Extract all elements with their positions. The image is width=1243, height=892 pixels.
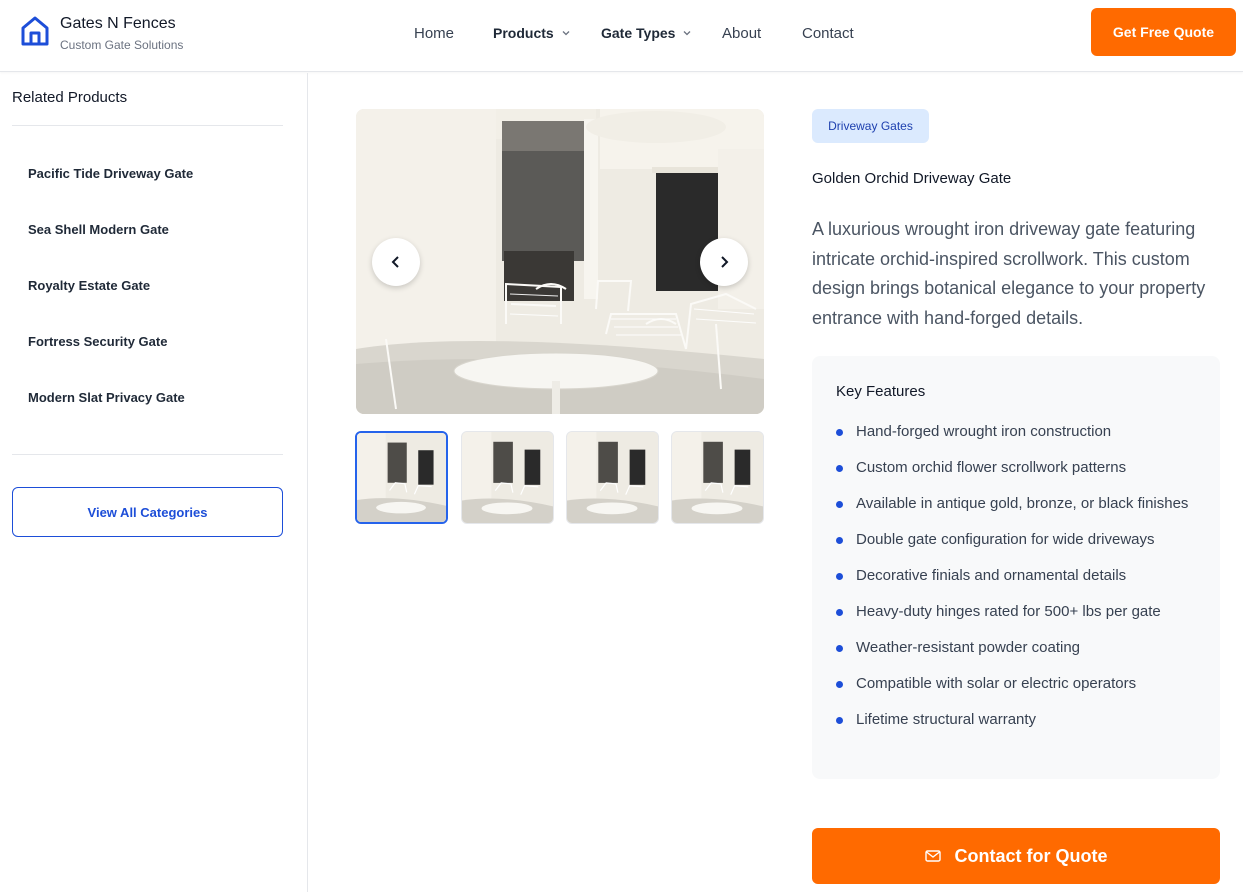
features-title: Key Features [836,383,926,400]
gallery-thumbnail[interactable] [355,431,448,524]
list-item: Weather-resistant powder coating [836,636,1196,660]
chevron-right-icon [721,256,729,268]
nav-products-label: Products [493,25,554,41]
feature-text: Available in antique gold, bronze, or bl… [856,495,1189,512]
nav-home[interactable]: Home [414,22,454,44]
product-description: A luxurious wrought iron driveway gate f… [812,219,1206,328]
nav-products[interactable]: Products [493,22,571,44]
bullet-icon [836,537,843,544]
feature-text: Lifetime structural warranty [856,711,1037,728]
nav-home-label: Home [414,24,455,42]
mail-icon [924,850,941,862]
sidebar-item-modern-slat[interactable]: Modern Slat Privacy Gate [28,390,185,405]
sidebar-item-sea-shell[interactable]: Sea Shell Modern Gate [28,222,169,237]
feature-text: Hand-forged wrought iron construction [856,423,1112,440]
bullet-icon [836,609,843,616]
get-free-quote-button[interactable]: Get Free Quote [1091,8,1236,56]
chevron-down-icon [683,31,691,36]
feature-text: Decorative finials and ornamental detail… [856,567,1127,584]
nav-gate-types[interactable]: Gate Types [601,22,692,44]
feature-text: Compatible with solar or electric operat… [856,675,1137,692]
bullet-icon [836,717,843,724]
list-item: Double gate configuration for wide drive… [836,528,1196,552]
sidebar-item-royalty-estate[interactable]: Royalty Estate Gate [28,278,150,293]
list-item: Hand-forged wrought iron construction [836,420,1196,444]
key-features-panel: Key Features Hand-forged wrought iron co… [812,356,1220,779]
bullet-icon [836,681,843,688]
nav-contact[interactable]: Contact [802,22,854,44]
features-list: Hand-forged wrought iron construction Cu… [836,420,1196,744]
sidebar-item-pacific-tide[interactable]: Pacific Tide Driveway Gate [28,166,193,181]
bullet-icon [836,645,843,652]
feature-text: Heavy-duty hinges rated for 500+ lbs per… [856,603,1161,620]
sidebar-item-fortress-security[interactable]: Fortress Security Gate [28,334,167,349]
sidebar-title: Related Products [12,89,128,106]
site-header: Gates N Fences Custom Gate Solutions Hom… [0,0,1243,72]
bullet-icon [836,573,843,580]
gallery-thumbnail[interactable] [671,431,764,524]
view-all-categories-button[interactable]: View All Categories [12,487,283,537]
feature-text: Weather-resistant powder coating [856,639,1081,656]
list-item: Decorative finials and ornamental detail… [836,564,1196,588]
house-icon[interactable] [20,15,50,47]
contact-button-label: Contact for Quote [954,845,1108,866]
related-products-sidebar: Related Products Pacific Tide Driveway G… [0,73,308,892]
nav-about-label: About [722,24,762,42]
bullet-icon [836,429,843,436]
category-badge[interactable]: Driveway Gates [812,109,929,143]
bullet-icon [836,465,843,472]
divider [12,454,283,455]
list-item: Heavy-duty hinges rated for 500+ lbs per… [836,600,1196,624]
list-item: Available in antique gold, bronze, or bl… [836,492,1196,516]
feature-text: Custom orchid flower scrollwork patterns [856,459,1127,476]
divider [12,125,283,126]
chevron-left-icon [391,256,399,268]
list-item: Lifetime structural warranty [836,708,1196,732]
gallery-prev-button[interactable] [372,238,420,286]
nav-contact-label: Contact [802,24,854,42]
bullet-icon [836,501,843,508]
chevron-down-icon [562,31,570,36]
product-title: Golden Orchid Driveway Gate [812,170,1012,187]
list-item: Custom orchid flower scrollwork patterns [836,456,1196,480]
feature-text: Double gate configuration for wide drive… [856,531,1155,548]
brand-tagline: Custom Gate Solutions [60,38,184,52]
list-item: Compatible with solar or electric operat… [836,672,1196,696]
nav-about[interactable]: About [722,22,761,44]
brand-name[interactable]: Gates N Fences [60,15,176,33]
nav-gate-types-label: Gate Types [601,25,676,41]
gallery-thumbnail[interactable] [566,431,659,524]
gallery-thumbnail[interactable] [461,431,554,524]
gallery-next-button[interactable] [700,238,748,286]
contact-for-quote-button[interactable]: Contact for Quote [812,828,1220,884]
